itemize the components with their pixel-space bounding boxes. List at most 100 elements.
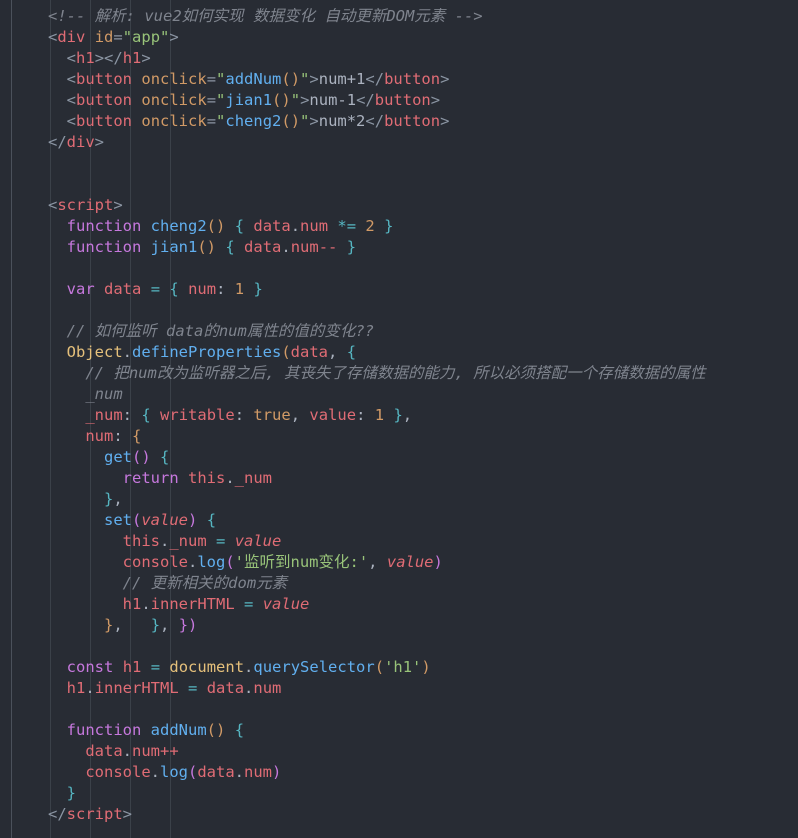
code-line[interactable]: <button onclick="jian1()">num-1</button>: [48, 90, 706, 111]
code-line[interactable]: const h1 = document.querySelector('h1'): [48, 657, 706, 678]
code-token-string: '监听到num变化:': [234, 553, 369, 571]
code-line[interactable]: console.log(data.num): [48, 762, 706, 783]
code-token-string: ": [290, 91, 301, 109]
code-line[interactable]: console.log('监听到num变化:', value): [48, 552, 706, 573]
code-token-param: value: [141, 511, 189, 529]
code-token-var: this: [122, 532, 160, 550]
code-token-comment: // 更新相关的dom元素: [122, 574, 288, 592]
code-token-num: 1: [234, 280, 245, 298]
code-line[interactable]: </div>: [48, 132, 706, 153]
code-token-fn: defineProperties: [132, 343, 282, 361]
code-token-paren-o: ): [421, 658, 431, 676]
code-token-brace-c: {: [234, 217, 245, 235]
code-token-bracket: >: [300, 91, 310, 109]
code-token-fn: log: [197, 553, 226, 571]
code-token-op: =: [216, 532, 226, 550]
code-line[interactable]: this._num = value: [48, 531, 706, 552]
code-token-bracket: >: [122, 805, 133, 823]
code-line[interactable]: var data = { num: 1 }: [48, 279, 706, 300]
code-token-var: num: [244, 763, 273, 781]
code-line[interactable]: [48, 699, 706, 720]
code-line[interactable]: // 如何监听 data的num属性的值的变化??: [48, 321, 706, 342]
code-line[interactable]: <!-- 解析: vue2如何实现 数据变化 自动更新DOM元素 -->: [48, 6, 706, 27]
code-line[interactable]: h1.innerHTML = value: [48, 594, 706, 615]
code-token-bracket: </: [48, 133, 67, 151]
code-token-brace-c: }: [393, 406, 403, 424]
code-token-punct: :: [122, 406, 132, 424]
code-line[interactable]: <script>: [48, 195, 706, 216]
code-line[interactable]: h1.innerHTML = data.num: [48, 678, 706, 699]
code-line[interactable]: }: [48, 783, 706, 804]
code-token-tag: script: [66, 805, 123, 823]
code-line[interactable]: [48, 174, 706, 195]
code-line[interactable]: },: [48, 489, 706, 510]
code-token-string: ": [216, 70, 226, 88]
code-line[interactable]: _num: [48, 384, 706, 405]
code-token-var: data: [104, 280, 142, 298]
code-line[interactable]: [48, 153, 706, 174]
code-line[interactable]: [48, 258, 706, 279]
code-line[interactable]: // 更新相关的dom元素: [48, 573, 706, 594]
code-line[interactable]: function jian1() { data.num-- }: [48, 237, 706, 258]
code-token-paren-o: (): [206, 721, 226, 739]
code-token-bracket: >: [169, 28, 179, 46]
code-line[interactable]: <div id="app">: [48, 27, 706, 48]
code-token-var: data: [206, 679, 245, 697]
code-editor[interactable]: > <!-- 解析: vue2如何实现 数据变化 自动更新DOM元素 --><d…: [0, 0, 798, 838]
code-token-fn: addNum: [225, 70, 282, 88]
code-token-param: value: [262, 595, 310, 613]
code-token-param: value: [386, 553, 434, 571]
code-token-paren-o: (): [281, 70, 301, 88]
code-line[interactable]: <button onclick="cheng2()">num*2</button…: [48, 111, 706, 132]
code-token-punct: ,: [368, 553, 378, 571]
code-token-punct: .: [281, 238, 291, 256]
code-line[interactable]: Object.defineProperties(data, {: [48, 342, 706, 363]
code-line[interactable]: // 把num改为监听器之后, 其丧失了存储数据的能力, 所以必须搭配一个存储数…: [48, 363, 705, 384]
code-line[interactable]: _num: { writable: true, value: 1 },: [48, 405, 706, 426]
code-line[interactable]: return this._num: [48, 468, 706, 489]
code-line[interactable]: }, }, }): [48, 615, 706, 636]
code-token-string: ": [216, 112, 226, 130]
code-line[interactable]: function cheng2() { data.num *= 2 }: [48, 216, 706, 237]
code-token-tag: h1: [76, 49, 95, 67]
code-content[interactable]: <!-- 解析: vue2如何实现 数据变化 自动更新DOM元素 --> <div…: [48, 6, 706, 825]
code-token-bracket: ></: [94, 49, 123, 67]
code-line[interactable]: </script>: [48, 804, 706, 825]
code-line[interactable]: get() {: [48, 447, 706, 468]
code-token-bracket: =: [206, 112, 217, 130]
code-line[interactable]: <button onclick="addNum()">num+1</button…: [48, 69, 706, 90]
code-token-param: value: [234, 532, 282, 550]
code-line[interactable]: [48, 636, 706, 657]
code-line[interactable]: data.num++: [48, 741, 706, 762]
code-line[interactable]: function addNum() {: [48, 720, 706, 741]
code-line[interactable]: num: {: [48, 426, 706, 447]
code-token-punct: .: [187, 553, 198, 571]
code-line[interactable]: set(value) {: [48, 510, 706, 531]
code-line[interactable]: [48, 300, 706, 321]
code-token-var: value: [309, 406, 357, 424]
code-token-num: 2: [365, 217, 375, 235]
code-line[interactable]: <h1></h1>: [48, 48, 706, 69]
code-token-tag: button: [76, 91, 133, 109]
code-token-var: this: [188, 469, 226, 487]
